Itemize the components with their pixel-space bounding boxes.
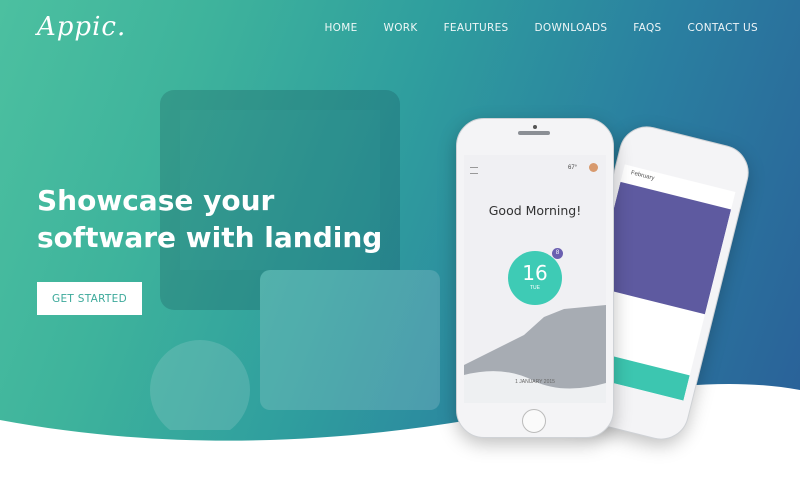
menu-icon bbox=[470, 167, 478, 174]
date-text: 1 JANUARY 2015 bbox=[515, 379, 555, 385]
phone-camera bbox=[533, 125, 537, 129]
avatar bbox=[589, 163, 598, 172]
main-nav: HOME WORK FEAUTURES DOWNLOADS FAQS CONTA… bbox=[324, 22, 758, 34]
nav-item-faqs[interactable]: FAQS bbox=[633, 22, 661, 34]
calendar-month-label: February bbox=[630, 170, 655, 182]
phone-mockup-front: 67° Good Morning! 16 TUE 8 1 JANUARY 201… bbox=[456, 118, 614, 438]
day-label: TUE bbox=[530, 285, 540, 291]
temperature-readout: 67° bbox=[568, 165, 578, 171]
phone-front-screen: 67° Good Morning! 16 TUE 8 1 JANUARY 201… bbox=[464, 155, 606, 403]
mountain-illustration bbox=[464, 305, 606, 403]
logo[interactable]: Appic. bbox=[37, 12, 126, 42]
home-button bbox=[522, 409, 546, 433]
nav-item-contact[interactable]: CONTACT US bbox=[688, 22, 758, 34]
nav-item-downloads[interactable]: DOWNLOADS bbox=[535, 22, 608, 34]
greeting-text: Good Morning! bbox=[488, 203, 582, 218]
day-number: 16 bbox=[522, 261, 548, 285]
nav-item-home[interactable]: HOME bbox=[324, 22, 357, 34]
get-started-button[interactable]: GET STARTED bbox=[37, 282, 142, 315]
calendar-grid bbox=[594, 181, 732, 315]
nav-item-work[interactable]: WORK bbox=[384, 22, 418, 34]
phone-speaker bbox=[518, 131, 550, 135]
nav-item-features[interactable]: FEAUTURES bbox=[444, 22, 509, 34]
hero-headline: Showcase your software with landing bbox=[37, 184, 383, 254]
notification-badge: 8 bbox=[552, 248, 563, 259]
